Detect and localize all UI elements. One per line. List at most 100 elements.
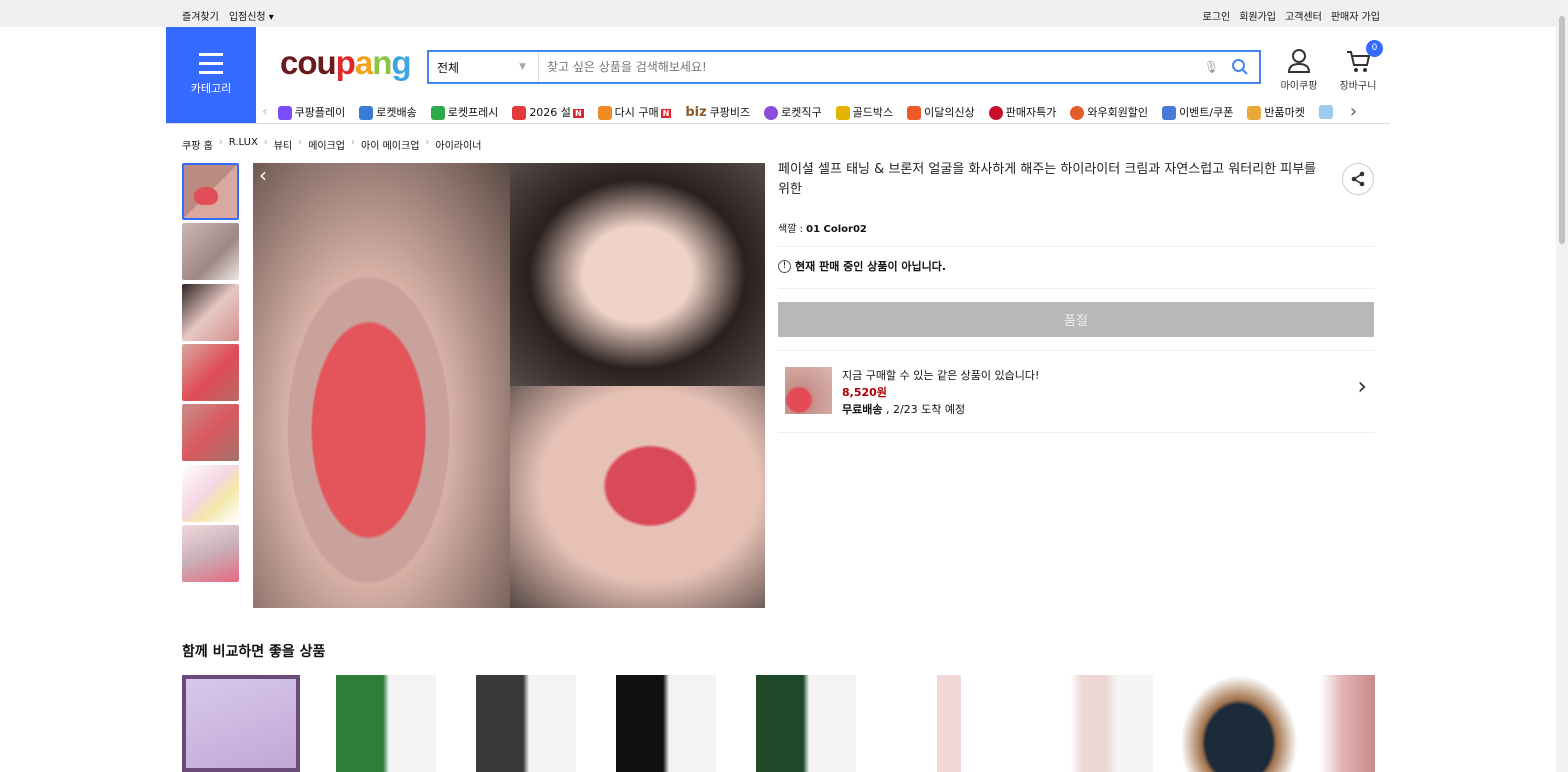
breadcrumb-item[interactable]: 아이라이너 bbox=[435, 137, 481, 152]
share-icon bbox=[1351, 171, 1365, 187]
product-main-image[interactable]: ‹ bbox=[253, 163, 765, 608]
top-utility-bar: 즐겨찾기 입점신청 ▾ 로그인 회원가입 고객센터 판매자 가입 bbox=[0, 0, 1556, 27]
percent-icon bbox=[988, 105, 1003, 120]
seller-apply-dropdown[interactable]: 입점신청 ▾ bbox=[229, 8, 274, 23]
login-link[interactable]: 로그인 bbox=[1203, 8, 1231, 23]
product-thumbnail[interactable] bbox=[182, 223, 239, 280]
not-on-sale-notice: ! 현재 판매 중인 상품이 아닙니다. bbox=[778, 258, 946, 274]
new-badge: N bbox=[660, 108, 672, 118]
nav-item-wow-discount[interactable]: 와우회원할인 bbox=[1070, 104, 1148, 120]
cart-label: 장바구니 bbox=[1339, 81, 1377, 92]
wow-icon bbox=[1070, 105, 1085, 120]
microphone-icon[interactable]: 🎙 bbox=[1204, 60, 1219, 74]
product-thumbnail[interactable] bbox=[182, 344, 239, 401]
search-scope-value: 전체 bbox=[437, 60, 460, 75]
new-badge: N bbox=[572, 108, 584, 118]
offer-headline: 지금 구매할 수 있는 같은 상품이 있습니다! bbox=[842, 369, 1040, 382]
category-menu-button[interactable]: 카테고리 bbox=[166, 27, 256, 123]
goldbox-icon bbox=[835, 105, 850, 120]
offer-arrival: , 2/23 도착 예정 bbox=[882, 403, 966, 416]
product-info: 페이셜 셀프 태닝 & 브론저 얼굴을 화사하게 해주는 하이라이터 크림과 자… bbox=[778, 160, 1375, 235]
nav-item-rocket-direct[interactable]: 로켓직구 bbox=[764, 104, 822, 120]
alternative-offer[interactable]: 지금 구매할 수 있는 같은 상품이 있습니다! 8,520원 무료배송 , 2… bbox=[778, 360, 1375, 422]
divider bbox=[778, 432, 1375, 433]
search-icon[interactable] bbox=[1231, 58, 1249, 76]
return-market-icon bbox=[1247, 105, 1262, 120]
rocket-direct-icon bbox=[764, 105, 779, 120]
compare-product-image[interactable] bbox=[1180, 675, 1298, 772]
option-value: 01 Color02 bbox=[806, 224, 867, 235]
mypage-label: 마이쿠팡 bbox=[1280, 81, 1318, 92]
product-thumbnail[interactable] bbox=[182, 284, 239, 341]
nav-item-goldbox[interactable]: 골드박스 bbox=[835, 104, 893, 120]
compare-product-image[interactable] bbox=[1035, 675, 1153, 772]
nav-item-events-coupons[interactable]: 이벤트/쿠폰 bbox=[1162, 104, 1233, 120]
category-label: 카테고리 bbox=[190, 82, 232, 95]
rocket-icon bbox=[359, 105, 374, 120]
bookmark-link[interactable]: 즐겨찾기 bbox=[182, 8, 219, 23]
product-thumbnail[interactable] bbox=[182, 465, 239, 522]
nav-item-coupang-biz[interactable]: biz 쿠팡비즈 bbox=[685, 104, 750, 120]
offer-shipping: 무료배송 bbox=[842, 403, 883, 416]
breadcrumb-item[interactable]: 뷰티 bbox=[274, 137, 292, 152]
image-prev-arrow[interactable]: ‹ bbox=[259, 163, 267, 187]
compare-product-image[interactable] bbox=[330, 675, 448, 772]
compare-product-image[interactable] bbox=[610, 675, 728, 772]
scrollbar-thumb[interactable] bbox=[1559, 16, 1565, 244]
nav-item-coupang-play[interactable]: 쿠팡플레이 bbox=[277, 104, 345, 120]
cart-button[interactable]: 장바구니 0 bbox=[1338, 40, 1383, 92]
biz-icon: biz bbox=[685, 104, 707, 120]
basket-icon bbox=[597, 105, 612, 120]
compare-section-title: 함께 비교하면 좋을 상품 bbox=[182, 644, 326, 660]
nav-item-rocket-delivery[interactable]: 로켓배송 bbox=[359, 104, 417, 120]
seller-signup-link[interactable]: 판매자 가입 bbox=[1331, 8, 1380, 23]
share-button[interactable] bbox=[1342, 163, 1374, 195]
compare-product-image[interactable] bbox=[750, 675, 868, 772]
chevron-down-icon: ▼ bbox=[519, 62, 526, 72]
search-scope-select[interactable]: 전체 ▼ bbox=[429, 52, 539, 82]
customer-center-link[interactable]: 고객센터 bbox=[1285, 8, 1322, 23]
nav-next-arrow[interactable]: › bbox=[1350, 101, 1357, 122]
compare-product-image[interactable] bbox=[182, 675, 300, 772]
divider bbox=[778, 350, 1375, 351]
compare-product-image[interactable] bbox=[890, 675, 1008, 772]
nav-more-icon[interactable] bbox=[1318, 104, 1333, 119]
play-icon bbox=[277, 105, 292, 120]
rocket-fresh-icon bbox=[430, 105, 445, 120]
shopping-bag-icon bbox=[907, 105, 922, 120]
product-thumbnail[interactable] bbox=[182, 163, 239, 220]
nav-prev-arrow[interactable]: ‹ bbox=[262, 104, 268, 120]
nav-item-new-arrivals[interactable]: 이달의신상 bbox=[907, 104, 975, 120]
nav-item-rocket-fresh[interactable]: 로켓프레시 bbox=[430, 104, 498, 120]
nav-item-seller-deals[interactable]: 판매자특가 bbox=[988, 104, 1056, 120]
hamburger-icon bbox=[199, 53, 223, 74]
nav-item-seollal[interactable]: 2026 설N bbox=[512, 104, 584, 120]
user-icon bbox=[1287, 49, 1311, 73]
compare-product-image[interactable] bbox=[470, 675, 588, 772]
option-label: 색깔 : bbox=[778, 224, 807, 235]
divider bbox=[778, 246, 1375, 247]
breadcrumb-item[interactable]: R.LUX bbox=[229, 137, 258, 152]
page-scrollbar[interactable] bbox=[1556, 0, 1568, 772]
product-thumbnail[interactable] bbox=[182, 525, 239, 582]
divider bbox=[166, 123, 1390, 124]
product-thumbnail[interactable] bbox=[182, 404, 239, 461]
breadcrumb-item[interactable]: 쿠팡 홈 bbox=[182, 137, 213, 152]
signup-link[interactable]: 회원가입 bbox=[1239, 8, 1276, 23]
breadcrumb-item[interactable]: 아이 메이크업 bbox=[361, 137, 419, 152]
mypage-button[interactable]: 마이쿠팡 bbox=[1280, 48, 1318, 92]
nav-item-return-market[interactable]: 반품마켓 bbox=[1247, 104, 1305, 120]
offer-price: 8,520원 bbox=[842, 386, 887, 399]
info-icon: ! bbox=[778, 259, 791, 273]
coupon-icon bbox=[1162, 105, 1177, 120]
compare-product-image[interactable] bbox=[1320, 675, 1375, 772]
nav-item-rebuy[interactable]: 다시 구매 N bbox=[597, 104, 672, 120]
chevron-right-icon[interactable]: › bbox=[1357, 372, 1367, 400]
sold-out-button: 품절 bbox=[778, 302, 1374, 337]
search-input[interactable] bbox=[539, 60, 1204, 74]
nav-shortcuts: ‹ 쿠팡플레이 로켓배송 로켓프레시 2026 설N 다시 구매 N biz 쿠팡비… bbox=[262, 101, 1357, 122]
breadcrumb: 쿠팡 홈 › R.LUX › 뷰티 › 메이크업 › 아이 메이크업 › 아이라이너 bbox=[182, 137, 482, 152]
breadcrumb-item[interactable]: 메이크업 bbox=[308, 137, 345, 152]
search-bar: 전체 ▼ 🎙 bbox=[427, 50, 1261, 84]
coupang-logo[interactable]: coupang bbox=[280, 44, 412, 82]
